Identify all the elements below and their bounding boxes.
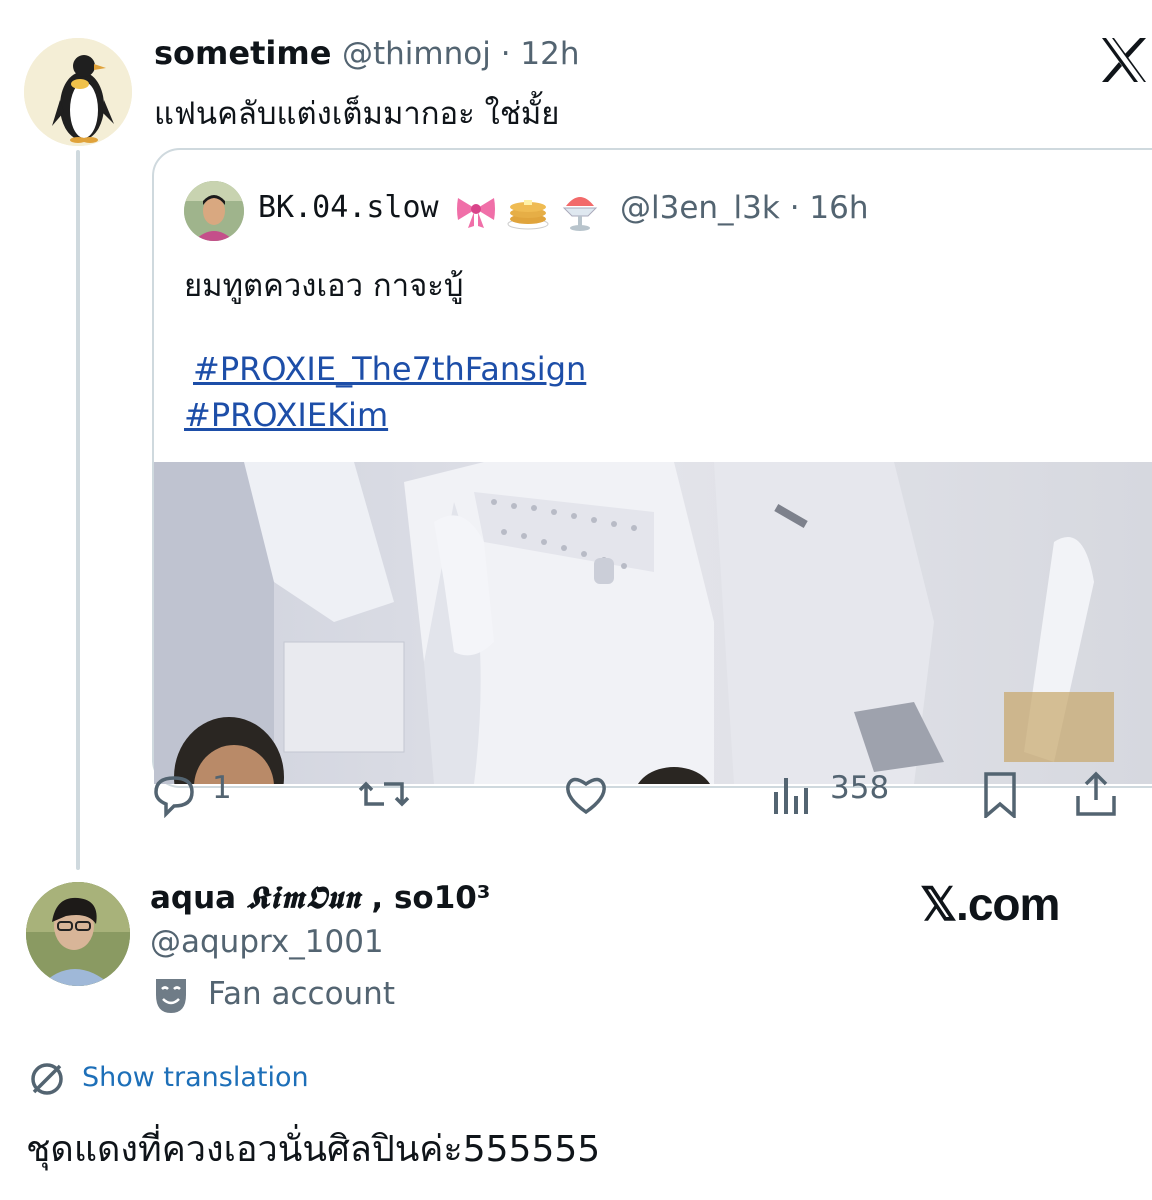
author-name[interactable]: sometime — [154, 34, 331, 72]
profile-name[interactable]: aqua 𝕶𝖎𝖒𝕺𝖚𝖓 , so10³ — [150, 880, 490, 917]
x-com-watermark: 𝕏.com — [920, 876, 1060, 932]
shaved-ice-icon — [562, 197, 598, 231]
pancakes-icon — [507, 200, 549, 230]
quoted-tweet-text: ยมทูตควงเอว กาจะบู้ — [184, 268, 464, 304]
thread-connector — [76, 150, 80, 870]
profile-name-suffix: , so10³ — [371, 880, 491, 916]
tweet-photo[interactable] — [154, 462, 1152, 784]
quoted-handle-time[interactable]: @l3en_l3k · 16h — [620, 190, 869, 226]
profile-handle[interactable]: @aquprx_1001 — [150, 924, 384, 960]
theater-masks-icon — [152, 975, 190, 1015]
hashtag-link[interactable]: #PROXIEKim — [184, 396, 388, 434]
hashtag-link[interactable]: #PROXIE_The7thFansign — [193, 350, 586, 388]
views-count: 358 — [830, 770, 890, 806]
tweet-text: แฟนคลับแต่งเต็มมากอะ ใช่มั้ย — [154, 96, 560, 132]
reply-count: 1 — [212, 770, 232, 806]
profile-avatar[interactable] — [26, 882, 130, 986]
ribbon-icon — [457, 198, 495, 228]
profile-name-prefix: aqua — [150, 880, 237, 916]
reply-icon[interactable] — [150, 770, 198, 819]
share-icon[interactable] — [1072, 770, 1120, 818]
bookmark-icon[interactable] — [978, 770, 1022, 820]
like-icon[interactable] — [562, 770, 610, 818]
repost-icon[interactable] — [358, 770, 410, 818]
x-logo-icon — [1098, 34, 1150, 86]
x-com-text: 𝕏.com — [920, 878, 1060, 930]
translate-icon[interactable] — [28, 1060, 66, 1098]
quoted-author-avatar[interactable] — [184, 181, 244, 241]
fan-account-label: Fan account — [208, 976, 395, 1012]
profile-name-styled: 𝕶𝖎𝖒𝕺𝖚𝖓 — [246, 880, 361, 916]
show-translation-link[interactable]: Show translation — [82, 1062, 309, 1093]
views-icon[interactable] — [770, 770, 814, 818]
reply-text: ชุดแดงที่ควงเอวนั่นศิลปินค่ะ555555 — [26, 1129, 601, 1170]
name-emojis — [454, 186, 606, 232]
author-handle-time[interactable]: @thimnoj · 12h — [342, 36, 580, 72]
penguin-avatar[interactable] — [24, 38, 132, 146]
quoted-author-name[interactable]: BK.04.slow — [258, 190, 439, 225]
